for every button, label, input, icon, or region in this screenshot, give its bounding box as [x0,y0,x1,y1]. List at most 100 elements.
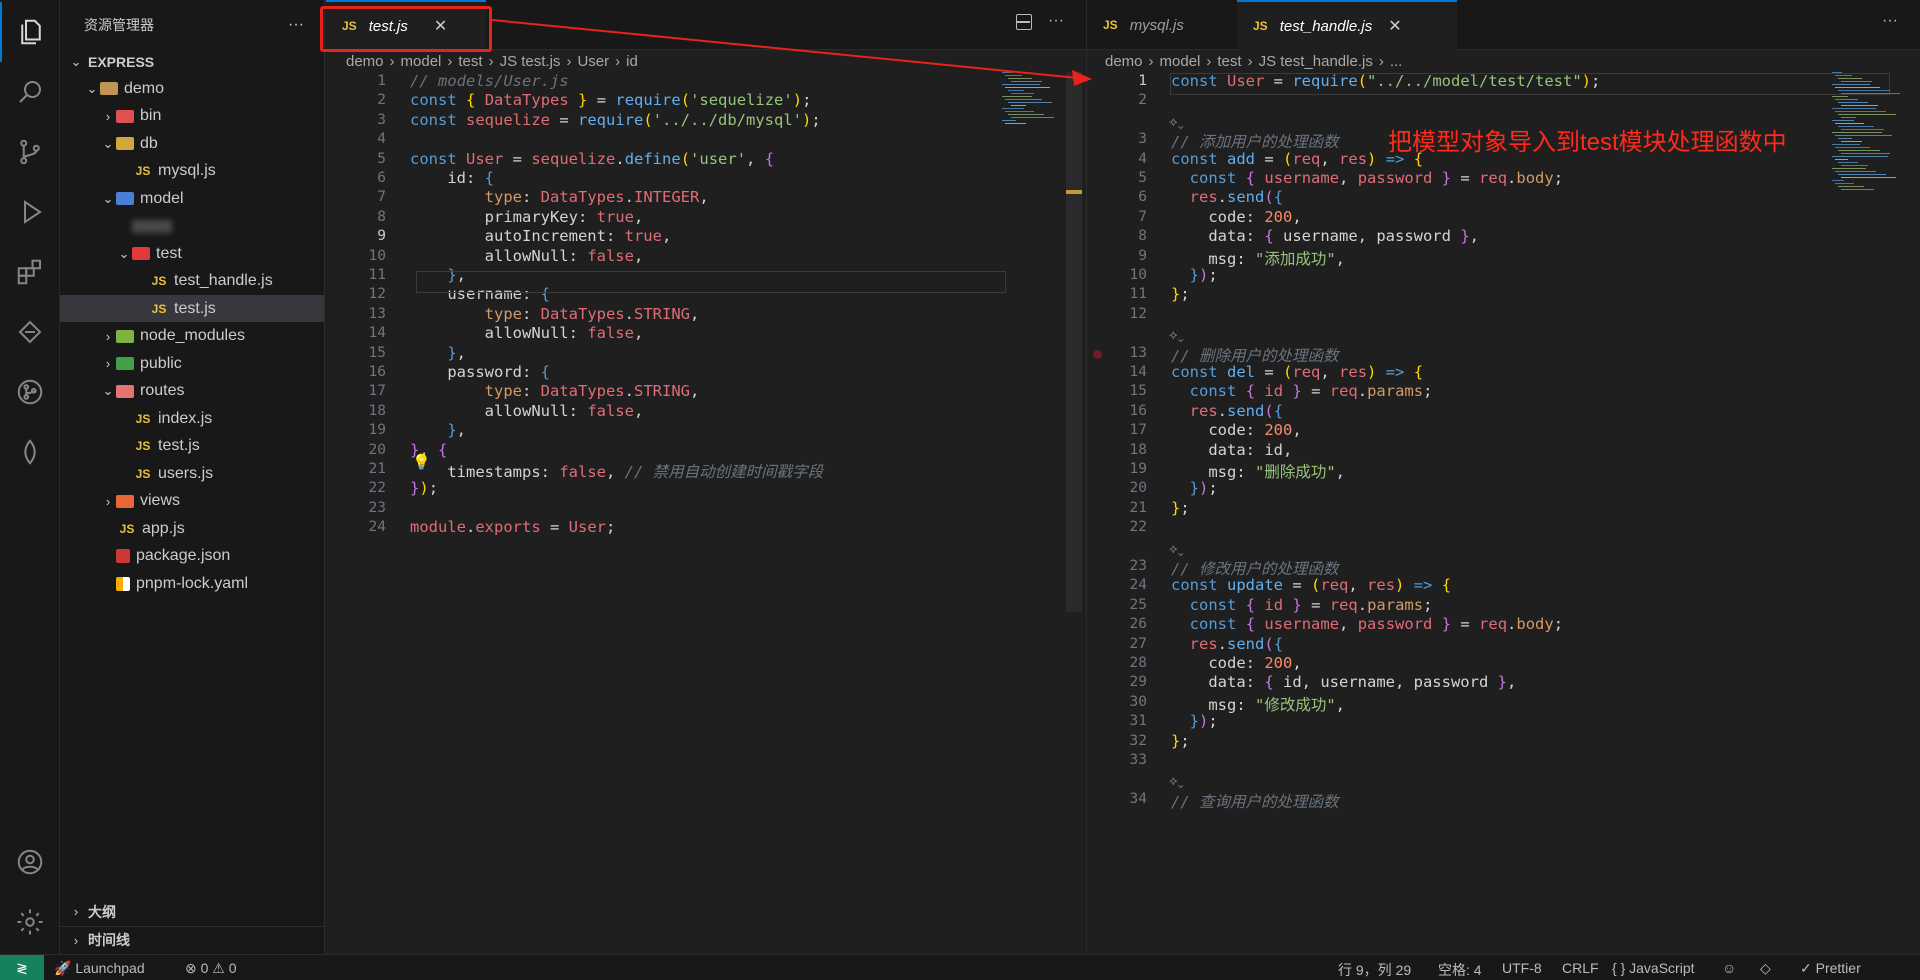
breadcrumb-item[interactable]: JS test.js [500,53,561,70]
code-line[interactable]: res.send({ [1171,188,1283,206]
minimap[interactable] [1002,72,1054,132]
tree-item-test-js[interactable]: JS test.js [60,433,324,460]
indentation[interactable]: 空格: 4 [1438,960,1482,980]
timeline-section[interactable]: › 时间线 [60,926,324,953]
vertical-scrollbar[interactable] [1066,72,1082,612]
language-mode[interactable]: { } JavaScript [1612,960,1695,976]
code-line[interactable]: const { id } = req.params; [1171,382,1433,400]
vertical-scrollbar[interactable] [1905,72,1919,952]
tree-item-package-json[interactable]: package.json [60,543,324,570]
code-line[interactable]: id: { [410,169,494,187]
breadcrumb-item[interactable]: JS test_handle.js [1259,53,1373,70]
code-line[interactable]: }; [1171,732,1190,750]
explorer-more-icon[interactable]: ··· [288,16,304,34]
code-line[interactable]: }); [1171,479,1218,497]
code-line[interactable]: }); [1171,266,1218,284]
explorer-icon[interactable] [0,2,60,62]
breakpoint-icon[interactable] [1093,349,1102,359]
code-line[interactable]: autoIncrement: true, [410,227,672,245]
tree-item-model[interactable]: ⌄ model [60,185,324,212]
code-line[interactable]: password: { [410,363,550,381]
breadcrumb-item[interactable]: model [401,53,442,70]
editor-more-icon[interactable]: ··· [1882,12,1898,30]
breadcrumb-item[interactable]: model [1160,53,1201,70]
problems-indicator[interactable]: ⊗ 0 ⚠ 0 [185,960,237,977]
code-line[interactable]: allowNull: false, [410,402,644,420]
tree-item-mysql-js[interactable]: JS mysql.js [60,158,324,185]
settings-gear-icon[interactable] [0,892,60,952]
encoding[interactable]: UTF-8 [1502,960,1542,976]
tree-item-hidden[interactable] [60,213,324,240]
code-line[interactable]: code: 200, [1171,654,1301,672]
run-debug-icon[interactable] [0,182,60,242]
tree-item-test-js[interactable]: JS test.js [60,295,324,322]
tree-item-routes[interactable]: ⌄ routes [60,378,324,405]
breadcrumb-item[interactable]: User [577,53,609,70]
code-line[interactable]: allowNull: false, [410,324,644,342]
code-line[interactable]: }; [1171,499,1190,517]
close-icon[interactable]: ✕ [1388,16,1401,36]
search-icon[interactable] [0,62,60,122]
tree-item-views[interactable]: › views [60,488,324,515]
outline-section[interactable]: › 大纲 [60,898,324,925]
code-line[interactable]: allowNull: false, [410,247,644,265]
tree-item-index-js[interactable]: JS index.js [60,405,324,432]
tree-item-test[interactable]: ⌄ test [60,240,324,267]
tab-test-handle-js[interactable]: JS test_handle.js ✕ [1237,0,1457,50]
code-line[interactable]: type: DataTypes.INTEGER, [410,188,709,206]
prettier-status[interactable]: ✓ Prettier [1800,960,1861,977]
code-line[interactable]: const sequelize = require('../../db/mysq… [410,111,821,129]
code-line[interactable]: code: 200, [1171,421,1301,439]
breadcrumb-item[interactable]: test [1217,53,1241,70]
tree-item-public[interactable]: › public [60,350,324,377]
code-line[interactable]: const User = sequelize.define('user', { [410,150,774,168]
editor-more-icon[interactable]: ··· [1048,12,1064,30]
tree-item-users-js[interactable]: JS users.js [60,460,324,487]
launchpad-item[interactable]: 🚀 Launchpad [54,960,145,977]
mongodb-leaf-icon[interactable] [0,422,60,482]
code-line[interactable]: timestamps: false, // 禁用自动创建时间戳字段 [410,460,823,482]
code-line[interactable]: const { username, password } = req.body; [1171,615,1563,633]
code-line[interactable]: // models/User.js [410,72,569,90]
extensions-icon[interactable] [0,242,60,302]
lightbulb-icon[interactable]: 💡 [412,453,431,471]
prettier-status-icon[interactable]: ◇ [1760,960,1771,977]
code-line[interactable]: const { id } = req.params; [1171,596,1433,614]
tree-item-demo[interactable]: ⌄ demo [60,75,324,102]
breadcrumb-item[interactable]: demo [346,53,384,70]
breadcrumb-item[interactable]: ... [1390,53,1403,70]
code-line[interactable]: type: DataTypes.STRING, [410,382,700,400]
codelens-icon[interactable]: ⟡⌄ [1169,541,1184,557]
prettier-sidebar-icon[interactable] [0,302,60,362]
line-ending[interactable]: CRLF [1562,960,1599,976]
code-line[interactable]: const del = (req, res) => { [1171,363,1423,381]
code-line[interactable]: module.exports = User; [410,518,615,536]
copilot-icon[interactable]: ☺ [1722,960,1736,976]
code-line[interactable]: }, [410,421,466,439]
code-line[interactable]: }); [410,479,438,497]
tree-item-app-js[interactable]: JS app.js [60,515,324,542]
code-line[interactable]: res.send({ [1171,635,1283,653]
tree-item-pnpm-lock-yaml[interactable]: pnpm-lock.yaml [60,570,324,597]
tree-item-test-handle-js[interactable]: JS test_handle.js [60,268,324,295]
code-line[interactable]: const { username, password } = req.body; [1171,169,1563,187]
code-line[interactable]: const { DataTypes } = require('sequelize… [410,91,811,109]
code-line[interactable]: data: id, [1171,441,1292,459]
code-line[interactable]: }, [410,344,466,362]
breadcrumb-item[interactable]: demo [1105,53,1143,70]
tree-item-bin[interactable]: › bin [60,103,324,130]
tree-item-db[interactable]: ⌄ db [60,130,324,157]
code-line[interactable]: }); [1171,712,1218,730]
git-graph-icon[interactable] [0,362,60,422]
tree-item-node-modules[interactable]: › node_modules [60,323,324,350]
code-line[interactable]: code: 200, [1171,208,1301,226]
code-line[interactable]: // 查询用户的处理函数 [1171,790,1339,812]
code-line[interactable]: }; [1171,285,1190,303]
code-line[interactable]: data: { username, password }, [1171,227,1479,245]
workspace-root[interactable]: ⌄ EXPRESS [60,48,324,75]
codelens-icon[interactable]: ⟡⌄ [1169,114,1184,130]
account-icon[interactable] [0,832,60,892]
remote-indicator-icon[interactable]: ≷ [0,955,44,980]
code-line[interactable]: const update = (req, res) => { [1171,576,1451,594]
codelens-icon[interactable]: ⟡⌄ [1169,327,1184,343]
